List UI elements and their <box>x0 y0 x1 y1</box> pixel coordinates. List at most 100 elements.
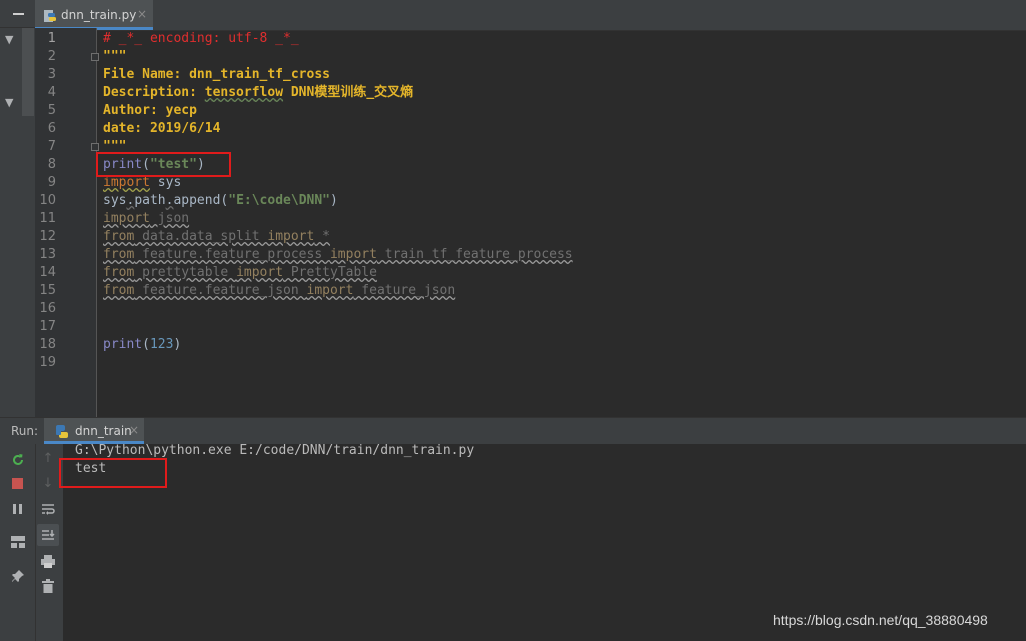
trash-icon[interactable] <box>38 576 58 596</box>
line-number: 13 <box>39 247 56 262</box>
expand-arrow-icon[interactable]: ▼ <box>5 97 13 108</box>
code-line-13[interactable]: from feature.feature_process import trai… <box>103 246 573 264</box>
tab-label: dnn_train.py <box>61 8 137 22</box>
code-line-6[interactable]: date: 2019/6/14 <box>103 120 220 138</box>
module-name: feature.feature_json <box>134 283 307 298</box>
soft-wrap-icon[interactable] <box>38 499 58 519</box>
keyword: import <box>267 229 315 244</box>
keyword: from <box>103 247 135 262</box>
paren: ) <box>173 337 182 352</box>
editor-tab-bar: dnn_train.py × <box>35 0 1026 31</box>
line-number: 15 <box>39 283 56 298</box>
docstring: """ <box>103 49 127 64</box>
fold-marker-icon[interactable] <box>91 53 99 61</box>
line-number: 19 <box>39 355 56 370</box>
line-number: 17 <box>39 319 56 334</box>
number-literal: 123 <box>149 337 174 352</box>
scroll-to-end-icon[interactable] <box>37 524 59 546</box>
code-line-5[interactable]: Author: yecp <box>103 102 197 120</box>
line-number: 3 <box>47 67 56 82</box>
tab-dnn-train-run[interactable]: dnn_train × <box>44 418 144 444</box>
highlight-box <box>96 152 231 177</box>
tab-close-icon[interactable]: × <box>129 423 139 437</box>
keyword: import <box>306 283 354 298</box>
docstring: File Name: dnn_train_tf_cross <box>103 67 330 82</box>
minimize-icon[interactable] <box>13 13 24 15</box>
line-number: 8 <box>47 157 56 172</box>
expand-arrow-icon[interactable]: ▼ <box>5 34 13 45</box>
docstring: Description: <box>103 85 205 100</box>
code-line-4[interactable]: Description: tensorflow DNN模型训练_交叉熵 <box>103 84 413 102</box>
code-line-11[interactable]: import json <box>103 210 189 228</box>
code-line-3[interactable]: File Name: dnn_train_tf_cross <box>103 66 330 84</box>
run-toolbar-left <box>0 444 35 641</box>
line-number: 2 <box>47 49 56 64</box>
identifier: path <box>134 193 166 208</box>
import-target: PrettyTable <box>283 265 377 280</box>
layout-icon[interactable] <box>8 532 28 552</box>
docstring: Author: yecp <box>103 103 197 118</box>
run-label: Run: <box>11 424 39 438</box>
code-line-14[interactable]: from prettytable import PrettyTable <box>103 264 377 282</box>
docstring: DNN模型训练_交叉熵 <box>283 85 414 100</box>
import-target: train_tf_feature_process <box>376 247 573 262</box>
line-number: 6 <box>47 121 56 136</box>
arrow-up-icon[interactable]: ↑ <box>38 448 58 468</box>
code-line-15[interactable]: from feature.feature_json import feature… <box>103 282 455 300</box>
code-line-12[interactable]: from data.data_split import * <box>103 228 330 246</box>
line-number: 9 <box>47 175 56 190</box>
editor-corner <box>0 0 35 28</box>
keyword: from <box>103 265 135 280</box>
python-file-icon <box>43 8 57 27</box>
tab-close-icon[interactable]: × <box>137 7 147 21</box>
line-number: 14 <box>39 265 56 280</box>
identifier: sys <box>103 193 127 208</box>
structure-panel-sliver[interactable] <box>22 28 34 116</box>
docstring: date: 2019/6/14 <box>103 121 221 136</box>
keyword: import <box>103 211 150 226</box>
import-target: * <box>314 229 330 244</box>
line-number: 12 <box>39 229 56 244</box>
docstring-typo: tensorflow <box>204 85 284 100</box>
module-name: feature.feature_process <box>134 247 330 262</box>
keyword: import <box>236 265 284 280</box>
comment: # _*_ encoding: utf-8 _*_ <box>103 31 299 46</box>
code-line-1[interactable]: # _*_ encoding: utf-8 _*_ <box>103 30 299 48</box>
line-number: 4 <box>47 85 56 100</box>
line-number: 10 <box>39 193 56 208</box>
builtin-print: print <box>103 337 143 352</box>
module-name: sys <box>149 175 182 190</box>
module-name: data.data_split <box>134 229 268 244</box>
line-number: 18 <box>39 337 56 352</box>
pin-icon[interactable] <box>8 566 28 586</box>
rerun-icon[interactable] <box>8 450 28 470</box>
python-file-icon <box>54 424 70 444</box>
watermark: https://blog.csdn.net/qq_38880498 <box>773 612 988 628</box>
stop-icon[interactable] <box>8 474 28 494</box>
line-number: 16 <box>39 301 56 316</box>
identifier: append( <box>173 193 229 208</box>
import-target: feature_json <box>353 283 456 298</box>
print-icon[interactable] <box>38 551 58 571</box>
paren: ) <box>330 193 338 208</box>
line-number: 5 <box>47 103 56 118</box>
gutter-divider <box>96 28 97 417</box>
module-name: prettytable <box>134 265 237 280</box>
keyword: import <box>329 247 377 262</box>
line-number: 11 <box>39 211 56 226</box>
code-line-10[interactable]: sys.path.append("E:\code\DNN") <box>103 192 338 210</box>
fold-marker-icon[interactable] <box>91 143 99 151</box>
code-line-18[interactable]: print(123) <box>103 336 181 354</box>
code-line-2[interactable]: """ <box>103 48 126 66</box>
line-number: 1 <box>47 31 56 46</box>
keyword: import <box>103 175 150 190</box>
keyword: from <box>103 229 135 244</box>
keyword: from <box>103 283 135 298</box>
module-name: json <box>149 211 190 226</box>
string-literal: "E:\code\DNN" <box>228 193 330 208</box>
highlight-box <box>59 458 167 488</box>
pause-icon[interactable] <box>8 499 28 519</box>
tab-dnn-train-py[interactable]: dnn_train.py × <box>35 0 153 30</box>
arrow-down-icon[interactable]: ↓ <box>38 473 58 493</box>
paren: ( <box>142 337 150 352</box>
